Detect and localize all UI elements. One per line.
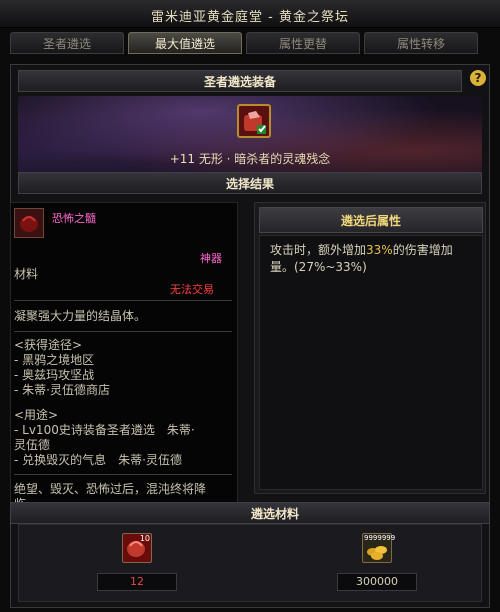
tooltip-divider	[14, 474, 232, 475]
after-attribute-text: 攻击时，额外增加33%的伤害增加 量。(27%~33%)	[270, 242, 480, 276]
tab-attribute-replace[interactable]: 属性更替	[246, 32, 360, 54]
material-count-gold: 300000	[337, 573, 417, 591]
materials-area: 10 12 9999999 300000	[18, 524, 482, 602]
material-slot-terror-essence[interactable]: 10	[122, 533, 152, 563]
tooltip-divider	[14, 331, 232, 332]
materials-header-label: 遴选材料	[251, 507, 300, 521]
tooltip-description: 凝聚强大力量的结晶体。	[14, 309, 147, 323]
tooltip-acquire-item: - 奥兹玛攻坚战	[14, 368, 95, 382]
tooltip-item-name: 恐怖之髓	[52, 212, 96, 225]
after-attribute-panel: 遴选后属性 攻击时，额外增加33%的伤害增加 量。(27%~33%)	[254, 202, 486, 494]
equipment-name: 无形 · 暗杀者的灵魂残念	[198, 152, 331, 166]
equipment-section-header: 圣者遴选装备	[18, 70, 462, 92]
materials-header: 遴选材料	[10, 502, 490, 524]
terror-essence-icon-graphic	[20, 216, 38, 232]
tab-attribute-transfer[interactable]: 属性转移	[364, 32, 478, 54]
material-badge: 9999999	[364, 534, 396, 542]
help-icon[interactable]: ?	[470, 70, 486, 86]
material-count-terror-essence: 12	[97, 573, 177, 591]
after-attribute-body: 攻击时，额外增加33%的伤害增加 量。(27%~33%)	[259, 235, 483, 490]
terror-essence-icon	[14, 208, 44, 238]
tooltip-acquire-item: - 黑鸦之境地区	[14, 353, 95, 367]
tooltip-acquire-item: - 朱蒂·灵伍德商店	[14, 383, 110, 397]
tooltip-usage-item: - 兑换毁灭的气息 朱蒂·灵伍德	[14, 453, 182, 467]
tooltip-divider	[14, 300, 232, 301]
attr-highlight-value: 33%	[366, 243, 393, 257]
tooltip-flavor-line: 绝望、毁灭、恐怖过后，混沌终将降	[14, 482, 207, 496]
tooltip-acquire-title: <获得途径>	[14, 338, 83, 352]
equipment-slot[interactable]	[237, 104, 271, 138]
tab-saint-selection[interactable]: 圣者遴选	[10, 32, 124, 54]
result-section-header: 选择结果	[18, 172, 482, 194]
equipment-enhance-level: +11	[169, 152, 196, 166]
tooltip-usage-item: 灵伍德	[14, 438, 51, 452]
tab-bar: 圣者遴选 最大值遴选 属性更替 属性转移	[10, 32, 490, 56]
tooltip-trade-status: 无法交易	[170, 283, 214, 296]
equipment-name-line: +11 无形 · 暗杀者的灵魂残念	[18, 150, 482, 167]
window-title: 雷米迪亚黄金庭堂 - 黄金之祭坛	[151, 10, 349, 25]
attr-range: 量。(27%~33%)	[270, 260, 367, 274]
tooltip-rarity: 神器	[200, 252, 222, 265]
tooltip-item-type: 材料	[14, 267, 39, 281]
tab-max-selection[interactable]: 最大值遴选	[128, 32, 242, 54]
tooltip-usage-item: - Lv100史诗装备圣者遴选 朱蒂·	[14, 423, 195, 437]
attr-text-pre: 攻击时，额外增加	[270, 243, 367, 257]
window-title-bar: 雷米迪亚黄金庭堂 - 黄金之祭坛	[0, 0, 500, 28]
after-attribute-header: 遴选后属性	[259, 207, 483, 233]
equipment-icon	[244, 111, 266, 134]
tooltip-usage-title: <用途>	[14, 408, 59, 422]
material-slot-gold[interactable]: 9999999	[362, 533, 396, 563]
attr-text-post: 的伤害增加	[392, 243, 453, 257]
material-badge: 10	[139, 534, 150, 543]
